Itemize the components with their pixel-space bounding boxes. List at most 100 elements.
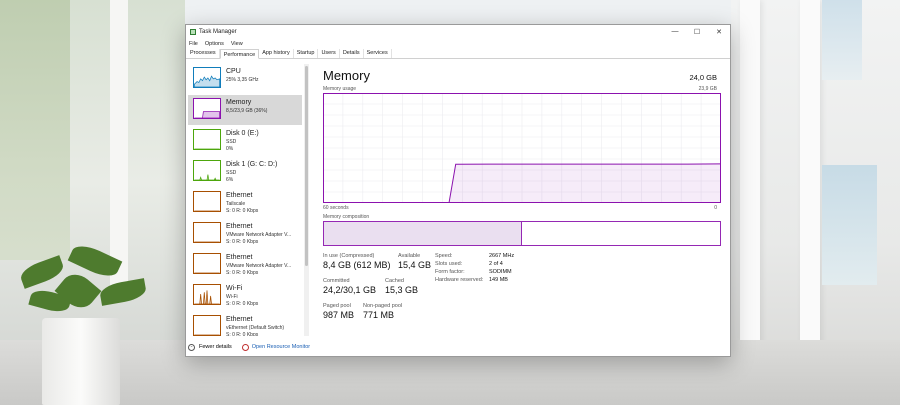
- background-window-pane: [0, 0, 70, 260]
- maximize-button[interactable]: ☐: [686, 25, 708, 38]
- background-glass: [822, 0, 862, 80]
- available-label: Available: [398, 253, 421, 259]
- resource-monitor-icon: [241, 343, 249, 351]
- form-factor-label: Form factor:: [435, 269, 465, 275]
- window-title: Task Manager: [199, 28, 237, 35]
- menu-options[interactable]: Options: [205, 41, 224, 47]
- sidebar-thumbnail-graph: [193, 191, 221, 212]
- graph-axis-left: 60 seconds: [323, 205, 349, 211]
- close-button[interactable]: ✕: [708, 25, 730, 38]
- speed-value: 2667 MHz: [489, 253, 515, 259]
- sidebar-item-wi-fi[interactable]: Wi-Fi Wi-Fi S: 0 R: 0 Kbps: [188, 281, 302, 311]
- tab-app-history[interactable]: App history: [259, 49, 294, 58]
- background-column: [800, 0, 820, 360]
- sidebar-item-memory[interactable]: Memory 8,5/23,9 GB (36%): [188, 95, 302, 125]
- sidebar-item-title: Ethernet: [226, 254, 253, 261]
- sidebar-item-ethernet[interactable]: Ethernet vEthernet (Default Switch) S: 0 R…: [188, 312, 302, 336]
- sidebar-item-detail: Tailscale: [226, 201, 246, 207]
- open-resource-monitor-link[interactable]: Open Resource Monitor: [252, 344, 310, 350]
- non-paged-pool-label: Non-paged pool: [363, 303, 403, 309]
- hardware-reserved-label: Hardware reserved:: [435, 277, 484, 283]
- memory-usage-max: 23,9 GB: [698, 86, 717, 92]
- cached-value: 15,3 GB: [385, 285, 419, 295]
- sidebar-thumbnail-graph: [193, 284, 221, 305]
- sidebar-item-detail: S: 0 R: 0 Kbps: [226, 270, 259, 276]
- tab-services[interactable]: Services: [364, 49, 392, 58]
- tab-processes[interactable]: Processes: [187, 49, 220, 58]
- memory-usage-label: Memory usage: [323, 86, 357, 92]
- memory-total: 24,0 GB: [689, 73, 717, 82]
- menu-file[interactable]: File: [189, 41, 198, 47]
- tab-startup[interactable]: Startup: [294, 49, 319, 58]
- non-paged-pool-value: 771 MB: [363, 310, 395, 320]
- page-title: Memory: [323, 68, 370, 83]
- tab-bar: Processes Performance App history Startu…: [186, 49, 730, 59]
- sidebar-item-detail: Wi-Fi: [226, 294, 238, 300]
- sidebar-item-ethernet[interactable]: Ethernet VMware Network Adapter V... S: 0 …: [188, 219, 302, 249]
- sidebar-item-detail: 25% 3,35 GHz: [226, 77, 259, 83]
- title-bar[interactable]: Task Manager — ☐ ✕: [186, 25, 730, 38]
- graph-axis-right: 0: [714, 205, 717, 211]
- sidebar-thumbnail-graph: [193, 67, 221, 88]
- memory-composition-in-use: [324, 222, 522, 245]
- resource-list: CPU 25% 3,35 GHz Memory 8,5/23,9 GB (36%) Di…: [188, 64, 304, 336]
- menu-bar: File Options View: [186, 38, 730, 49]
- performance-content: CPU 25% 3,35 GHz Memory 8,5/23,9 GB (36%) Di…: [186, 60, 730, 356]
- form-factor-value: SODIMM: [489, 269, 512, 275]
- in-use-value: 8,4 GB (612 MB): [323, 260, 391, 270]
- task-manager-icon: [190, 28, 196, 35]
- sidebar-item-title: Ethernet: [226, 316, 253, 323]
- background-column: [740, 0, 760, 360]
- tab-details[interactable]: Details: [340, 49, 364, 58]
- slots-used-label: Slots used:: [435, 261, 463, 267]
- tab-users[interactable]: Users: [318, 49, 340, 58]
- scrollbar-thumb[interactable]: [305, 66, 308, 266]
- sidebar-item-ethernet[interactable]: Ethernet Tailscale S: 0 R: 0 Kbps: [188, 188, 302, 218]
- sidebar-item-title: CPU: [226, 68, 241, 75]
- available-value: 15,4 GB: [398, 260, 432, 270]
- sidebar-item-title: Ethernet: [226, 223, 253, 230]
- paged-pool-label: Paged pool: [323, 303, 351, 309]
- menu-view[interactable]: View: [231, 41, 243, 47]
- sidebar-item-detail: SSD: [226, 170, 237, 176]
- sidebar-thumbnail-graph: [193, 129, 221, 150]
- footer: ⌃ Fewer details Open Resource Monitor: [188, 340, 310, 354]
- sidebar-item-detail: 6%: [226, 177, 234, 183]
- sidebar-item-detail: 8,5/23,9 GB (36%): [226, 108, 268, 114]
- fewer-details-link[interactable]: Fewer details: [199, 344, 232, 350]
- memory-panel: Memory 24,0 GB Memory usage 23,9 GB 60 s…: [323, 66, 723, 346]
- tab-performance[interactable]: Performance: [219, 49, 260, 59]
- sidebar-item-title: Memory: [226, 99, 252, 106]
- sidebar-item-detail: VMware Network Adapter V...: [226, 232, 292, 238]
- memory-usage-graph: [323, 93, 721, 203]
- background-glass: [822, 165, 877, 285]
- sidebar-item-disk-1-g-c-d[interactable]: Disk 1 (G: C: D:) SSD 6%: [188, 157, 302, 187]
- hardware-reserved-value: 149 MB: [489, 277, 508, 283]
- speed-label: Speed:: [435, 253, 453, 259]
- sidebar-scrollbar[interactable]: [304, 64, 309, 336]
- background-beam: [110, 0, 128, 300]
- memory-composition-label: Memory composition: [323, 214, 370, 220]
- sidebar-item-detail: S: 0 R: 0 Kbps: [226, 332, 259, 336]
- sidebar-item-cpu[interactable]: CPU 25% 3,35 GHz: [188, 64, 302, 94]
- sidebar-thumbnail-graph: [193, 98, 221, 119]
- task-manager-window: Task Manager — ☐ ✕ File Options View Pro…: [185, 24, 731, 357]
- sidebar-item-detail: vEthernet (Default Switch): [226, 325, 285, 331]
- sidebar-item-detail: 0%: [226, 146, 234, 152]
- paged-pool-value: 987 MB: [323, 310, 355, 320]
- sidebar-item-detail: SSD: [226, 139, 237, 145]
- sidebar-item-detail: S: 0 R: 0 Kbps: [226, 239, 259, 245]
- sidebar-item-ethernet[interactable]: Ethernet VMware Network Adapter V... S: 0 …: [188, 250, 302, 280]
- in-use-label: In use (Compressed): [323, 253, 375, 259]
- committed-value: 24,2/30,1 GB: [323, 285, 377, 295]
- chevron-up-icon[interactable]: ⌃: [188, 343, 195, 351]
- minimize-button[interactable]: —: [664, 25, 686, 38]
- plant-pot: [42, 318, 120, 405]
- sidebar-item-title: Ethernet: [226, 192, 253, 199]
- sidebar-item-detail: VMware Network Adapter V...: [226, 263, 292, 269]
- sidebar-item-disk-0-e[interactable]: Disk 0 (E:) SSD 0%: [188, 126, 302, 156]
- sidebar-item-title: Disk 0 (E:): [226, 130, 259, 137]
- sidebar-thumbnail-graph: [193, 315, 221, 336]
- cached-label: Cached: [385, 278, 404, 284]
- sidebar-item-title: Wi-Fi: [226, 285, 243, 292]
